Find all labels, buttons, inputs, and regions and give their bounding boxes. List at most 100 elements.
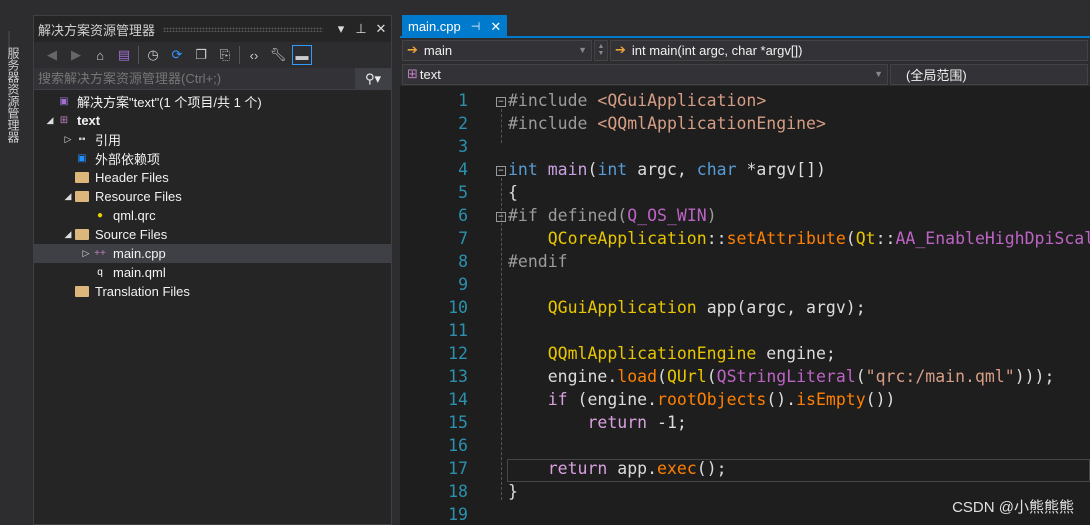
expand-toggle-icon[interactable]: ◢	[62, 229, 74, 240]
code-token: char	[696, 160, 747, 179]
tree-item-label: Header Files	[95, 170, 169, 185]
code-line: if (engine.rootObjects().isEmpty())	[508, 390, 896, 409]
switch-views-icon[interactable]: ▤	[114, 45, 134, 65]
line-number: 6	[458, 206, 468, 225]
arrow-icon: ➔	[407, 42, 418, 57]
code-token: ().	[766, 390, 797, 409]
project-dropdown[interactable]: ⊞ text ▼	[402, 63, 888, 85]
separator	[239, 46, 240, 64]
tree-item[interactable]: q main.qml	[34, 263, 391, 282]
code-token: engine;	[766, 344, 836, 363]
solution-explorer: 解决方案资源管理器 ▾ ⊥ ✕ ◀ ▶ ⌂ ▤ ◷ ⟳ ❐ ⎘ ‹› 🔧︎ ▬ …	[33, 15, 392, 525]
code-token: QCoreApplication	[508, 229, 707, 248]
code-token: (	[587, 160, 598, 179]
global-scope-dropdown[interactable]: (全局范围)	[890, 63, 1088, 85]
line-number: 3	[458, 137, 468, 156]
expand-toggle-icon[interactable]: ◢	[62, 191, 74, 202]
tree-item[interactable]: ◢ Resource Files	[34, 187, 391, 206]
chevron-down-icon: ▼	[578, 45, 587, 55]
code-token: <QQmlApplicationEngine>	[597, 114, 826, 133]
code-token: isEmpty	[796, 390, 866, 409]
line-number: 18	[448, 482, 468, 501]
code-token: return	[508, 459, 618, 478]
code-token: ())	[865, 390, 896, 409]
fold-toggle-icon[interactable]: −	[496, 212, 506, 222]
project-bar: ⊞ text ▼ (全局范围)	[400, 62, 1090, 86]
pin-icon[interactable]: ⊣	[471, 20, 481, 33]
tree-item[interactable]: Translation Files	[34, 282, 391, 301]
solution-explorer-toolbar: ◀ ▶ ⌂ ▤ ◷ ⟳ ❐ ⎘ ‹› 🔧︎ ▬	[34, 42, 391, 68]
line-number: 15	[448, 413, 468, 432]
nav-spin[interactable]: ▲ ▼	[594, 39, 608, 61]
view-code-icon[interactable]: ‹›	[244, 45, 264, 65]
fold-toggle-icon[interactable]: −	[496, 97, 506, 107]
code-token: exec	[657, 459, 697, 478]
tree-item-label: main.cpp	[113, 246, 166, 261]
code-token: #include	[508, 114, 598, 133]
expand-toggle-icon[interactable]: ◢	[44, 115, 56, 126]
member-value: int main(int argc, char *argv[])	[631, 42, 803, 58]
code-line: }	[508, 482, 518, 501]
server-explorer-tab[interactable]: 服务器资源管理器	[6, 47, 22, 143]
member-dropdown[interactable]: ➔ int main(int argc, char *argv[])	[610, 39, 1088, 61]
code-token: setAttribute	[726, 229, 846, 248]
tree-item[interactable]: Header Files	[34, 168, 391, 187]
code-editor: main.cpp ⊣ ✕ ➔ main ▼ ▲ ▼ ➔ int main(int arg…	[400, 15, 1090, 525]
search-icon[interactable]: ⚲▾	[355, 67, 391, 90]
code-token: Qt	[855, 229, 876, 248]
line-number: 5	[458, 183, 468, 202]
forward-icon[interactable]: ▶	[66, 45, 86, 65]
solution-search-input[interactable]	[38, 71, 355, 86]
line-number: 9	[458, 275, 468, 294]
code-token: }	[508, 482, 518, 501]
collapse-all-icon[interactable]: ❐	[191, 45, 211, 65]
tab-main-cpp[interactable]: main.cpp ⊣ ✕	[402, 15, 508, 38]
code-token: load	[617, 367, 658, 386]
code-token: {	[508, 183, 518, 202]
tree-item-label: main.qml	[113, 265, 166, 280]
close-icon[interactable]: ✕	[490, 19, 501, 35]
tree-item[interactable]: ◢ Source Files	[34, 225, 391, 244]
line-number: 12	[448, 344, 468, 363]
properties-icon[interactable]: 🔧︎	[268, 45, 288, 65]
line-number: 17	[448, 459, 468, 478]
pin-icon[interactable]: ⊥	[351, 21, 371, 37]
preview-selected-icon[interactable]: ▬	[292, 45, 312, 65]
code-line: QCoreApplication::setAttribute(Qt::AA_En…	[508, 229, 1090, 248]
dropdown-icon[interactable]: ▾	[331, 21, 351, 37]
home-icon[interactable]: ⌂	[90, 45, 110, 65]
tree-item[interactable]: ▷ ▪▪ 引用	[34, 130, 391, 149]
code-line: QQmlApplicationEngine engine;	[508, 344, 836, 363]
tree-item-label: Resource Files	[95, 189, 182, 204]
tree-item[interactable]: ▷ ++ main.cpp	[34, 244, 391, 263]
tree-item[interactable]: ▣ 解决方案"text"(1 个项目/共 1 个)	[34, 92, 391, 111]
code-token: ();	[696, 459, 727, 478]
line-number: 19	[448, 505, 468, 524]
show-all-files-icon[interactable]: ⎘	[215, 45, 235, 65]
code-line: return -1;	[508, 413, 686, 432]
code-token: argc,	[637, 160, 697, 179]
code-line: return app.exec();	[508, 459, 727, 478]
sync-icon[interactable]: ⟳	[167, 45, 187, 65]
solution-icon: ▣	[59, 96, 69, 107]
line-number: 8	[458, 252, 468, 271]
code-token: app.	[617, 459, 658, 478]
code-line: QGuiApplication app(argc, argv);	[508, 298, 866, 317]
code-area[interactable]: − − − 1 #include <QGuiApplication> 2 #include …	[400, 88, 1090, 525]
close-icon[interactable]: ✕	[371, 21, 391, 37]
tree-item[interactable]: ▣ 外部依赖项	[34, 149, 391, 168]
tree-item[interactable]: ◢ ⊞ text	[34, 111, 391, 130]
code-line: int main(int argc, char *argv[])	[508, 160, 826, 179]
expand-toggle-icon[interactable]: ▷	[62, 134, 74, 145]
drag-grip[interactable]	[163, 26, 323, 32]
back-icon[interactable]: ◀	[42, 45, 62, 65]
scope-dropdown[interactable]: ➔ main ▼	[402, 39, 592, 61]
tree-item[interactable]: ● qml.qrc	[34, 206, 391, 225]
separator	[138, 46, 139, 64]
fold-toggle-icon[interactable]: −	[496, 166, 506, 176]
code-token: (	[855, 367, 866, 386]
pending-changes-icon[interactable]: ◷	[143, 45, 163, 65]
expand-toggle-icon[interactable]: ▷	[80, 248, 92, 259]
watermark: CSDN @小熊熊熊	[952, 499, 1074, 516]
code-token: *argv[])	[746, 160, 826, 179]
